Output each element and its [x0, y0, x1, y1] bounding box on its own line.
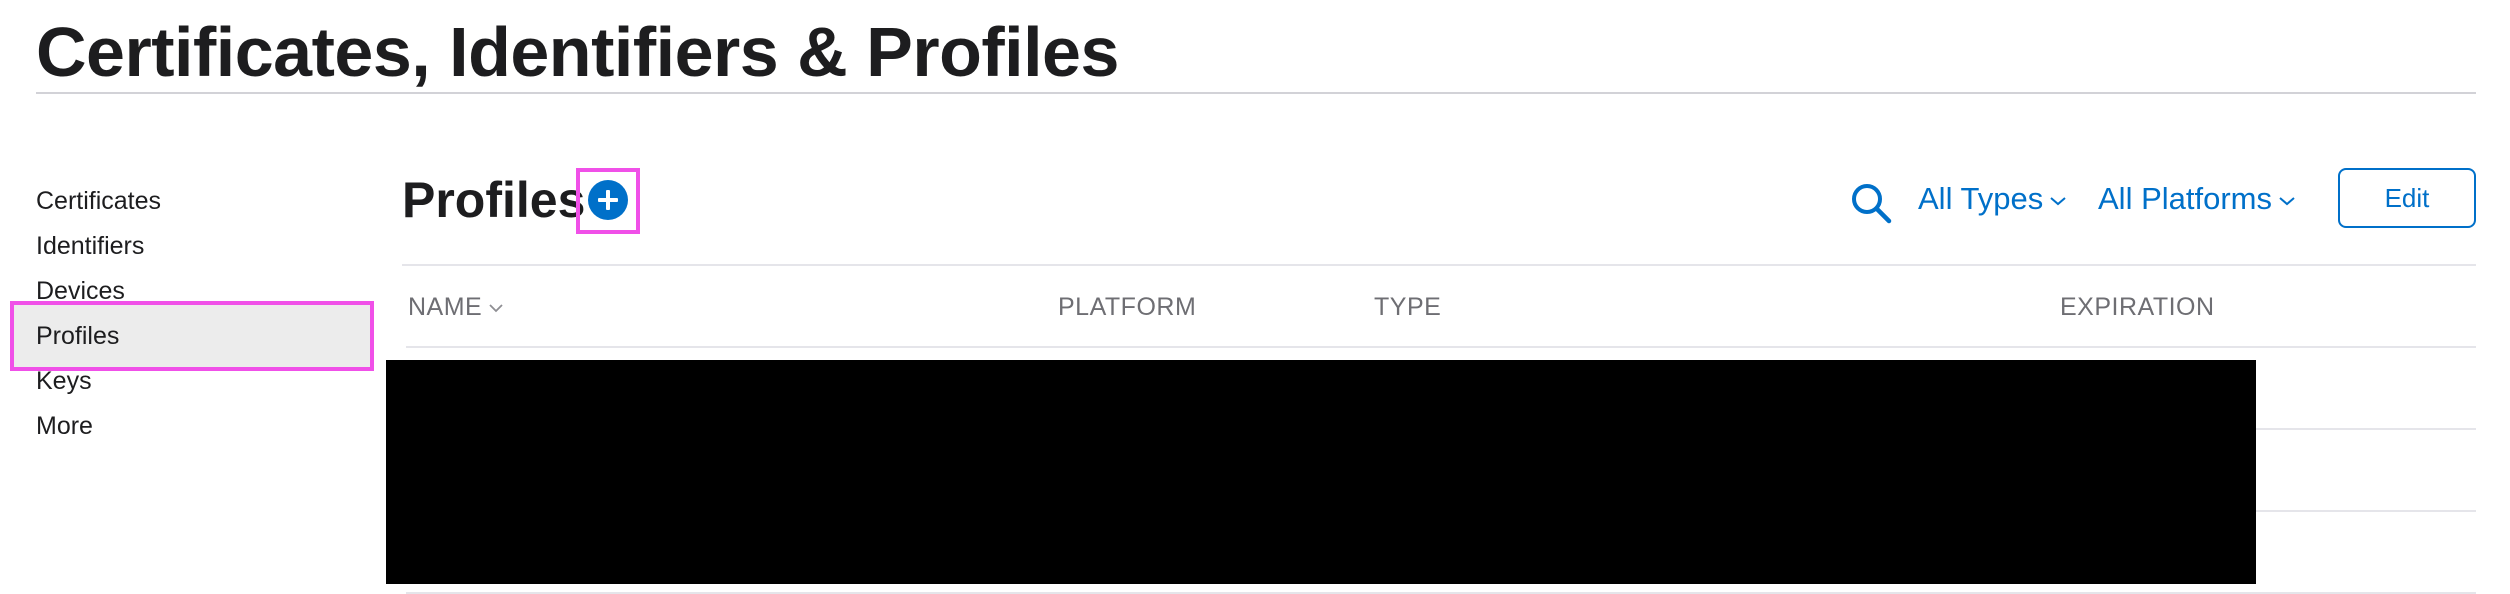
add-profile-button[interactable] — [588, 180, 628, 220]
column-header-label: EXPIRATION — [2060, 293, 2215, 321]
column-header-name[interactable]: NAME — [408, 290, 504, 324]
column-header-expiration[interactable]: EXPIRATION — [2060, 290, 2215, 324]
type-filter-dropdown[interactable]: All Types — [1918, 176, 2067, 222]
title-divider — [36, 92, 2476, 94]
chevron-down-icon — [2050, 197, 2066, 206]
chevron-down-icon — [2279, 197, 2295, 206]
redacted-table-rows — [386, 360, 2256, 584]
column-header-label: TYPE — [1374, 293, 1442, 321]
column-header-platform[interactable]: PLATFORM — [1058, 290, 1196, 324]
search-icon — [1852, 184, 1892, 224]
chevron-down-icon — [489, 304, 503, 313]
table-header-divider — [406, 346, 2476, 348]
table-top-divider — [402, 264, 2476, 266]
column-header-label: NAME — [408, 293, 483, 321]
platform-filter-label: All Platforms — [2098, 181, 2272, 216]
plus-circle-icon — [598, 190, 618, 210]
search-button[interactable] — [1848, 180, 1894, 226]
page-title: Certificates, Identifiers & Profiles — [36, 13, 1119, 91]
section-title: Profiles — [402, 172, 586, 228]
column-header-label: PLATFORM — [1058, 293, 1197, 321]
type-filter-label: All Types — [1918, 181, 2044, 216]
sidebar-item-label: More — [36, 412, 93, 440]
edit-button[interactable]: Edit — [2338, 168, 2476, 228]
column-header-type[interactable]: TYPE — [1374, 290, 1441, 324]
page: Certificates, Identifiers & Profiles Cer… — [0, 0, 2510, 594]
platform-filter-dropdown[interactable]: All Platforms — [2098, 176, 2296, 222]
sidebar-item-more[interactable]: More — [14, 395, 370, 457]
